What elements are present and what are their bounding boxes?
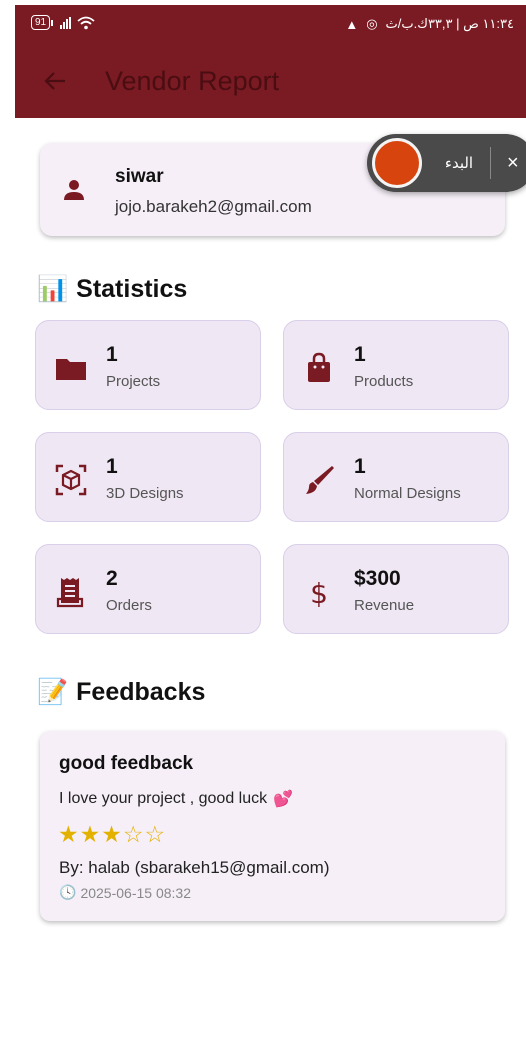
- shopping-bag-icon: [308, 352, 330, 382]
- wifi-icon: [77, 16, 95, 29]
- stat-label: Revenue: [354, 597, 415, 614]
- stat-card-projects[interactable]: 1 Projects: [35, 320, 261, 410]
- feedback-author: By: halab (sbarakeh15@gmail.com): [59, 858, 330, 877]
- stat-label: Projects: [106, 373, 161, 390]
- cube-scan-icon: [55, 464, 87, 496]
- stat-card-orders[interactable]: 2 Orders: [35, 544, 261, 634]
- stat-value: $300: [354, 567, 401, 590]
- start-label[interactable]: البدء: [436, 154, 482, 172]
- feedbacks-heading: 📝 Feedbacks: [37, 678, 205, 707]
- stat-value: 1: [106, 343, 118, 366]
- receipt-icon: [56, 578, 84, 608]
- stat-label: 3D Designs: [106, 485, 184, 502]
- battery-level: 91: [35, 17, 47, 28]
- status-time: ١١:٣٤ ص | ٣٣,٣ك.ب/ث: [385, 16, 514, 31]
- statistics-heading: 📊 Statistics: [37, 275, 187, 304]
- feedback-text: I love your project , good luck: [59, 790, 268, 807]
- clock-icon: 🕓: [59, 884, 77, 900]
- stat-card-products[interactable]: 1 Products: [283, 320, 509, 410]
- stat-value: 1: [354, 343, 366, 366]
- floating-start-widget[interactable]: البدء ×: [367, 134, 526, 192]
- stat-value: 2: [106, 567, 118, 590]
- app-bar: 91 ▲ ◎ ١١:٣٤ ص | ٣٣,٣ك.ب/ث Vendor Report: [15, 5, 526, 118]
- feedbacks-title: Feedbacks: [76, 678, 206, 706]
- stat-card-normal-designs[interactable]: 1 Normal Designs: [283, 432, 509, 522]
- feedback-date: 2025-06-15 08:32: [80, 884, 191, 901]
- stat-value: 1: [106, 455, 118, 478]
- stat-label: Normal Designs: [354, 485, 461, 502]
- close-icon[interactable]: ×: [507, 152, 519, 175]
- person-icon: [64, 180, 84, 200]
- folder-icon: [56, 359, 86, 380]
- record-button[interactable]: [372, 138, 422, 188]
- svg-text:$: $: [310, 577, 328, 609]
- stat-card-revenue[interactable]: $ $300 Revenue: [283, 544, 509, 634]
- signal-icon: [60, 16, 72, 29]
- vendor-email: jojo.barakeh2@gmail.com: [115, 197, 312, 216]
- status-bar: 91 ▲ ◎ ١١:٣٤ ص | ٣٣,٣ك.ب/ث: [15, 5, 526, 45]
- page-title: Vendor Report: [105, 65, 280, 96]
- stat-label: Orders: [106, 597, 152, 614]
- brush-icon: [306, 466, 334, 494]
- stat-label: Products: [354, 373, 414, 390]
- warning-icon: ▲: [345, 16, 359, 32]
- feedback-title: good feedback: [59, 753, 194, 774]
- divider: [490, 147, 491, 179]
- dollar-icon: $: [310, 577, 328, 609]
- feedback-text-row: I love your project , good luck 💕: [59, 789, 293, 809]
- star-rating: ★★★☆☆: [58, 821, 167, 847]
- sync-icon: ◎: [366, 16, 378, 31]
- feedback-card: good feedback I love your project , good…: [40, 731, 505, 921]
- stat-card-3d-designs[interactable]: 1 3D Designs: [35, 432, 261, 522]
- back-arrow-icon[interactable]: [35, 61, 75, 101]
- vendor-name: siwar: [115, 166, 164, 187]
- battery-icon: 91: [31, 15, 54, 30]
- statistics-title: Statistics: [76, 275, 188, 303]
- stat-value: 1: [354, 455, 366, 478]
- hearts-icon: 💕: [273, 791, 294, 808]
- feedback-date-row: 🕓 2025-06-15 08:32: [59, 884, 191, 901]
- memo-icon: 📝: [37, 678, 69, 706]
- app-screen: 91 ▲ ◎ ١١:٣٤ ص | ٣٣,٣ك.ب/ث Vendor Report…: [0, 0, 526, 1040]
- bar-chart-icon: 📊: [37, 275, 69, 303]
